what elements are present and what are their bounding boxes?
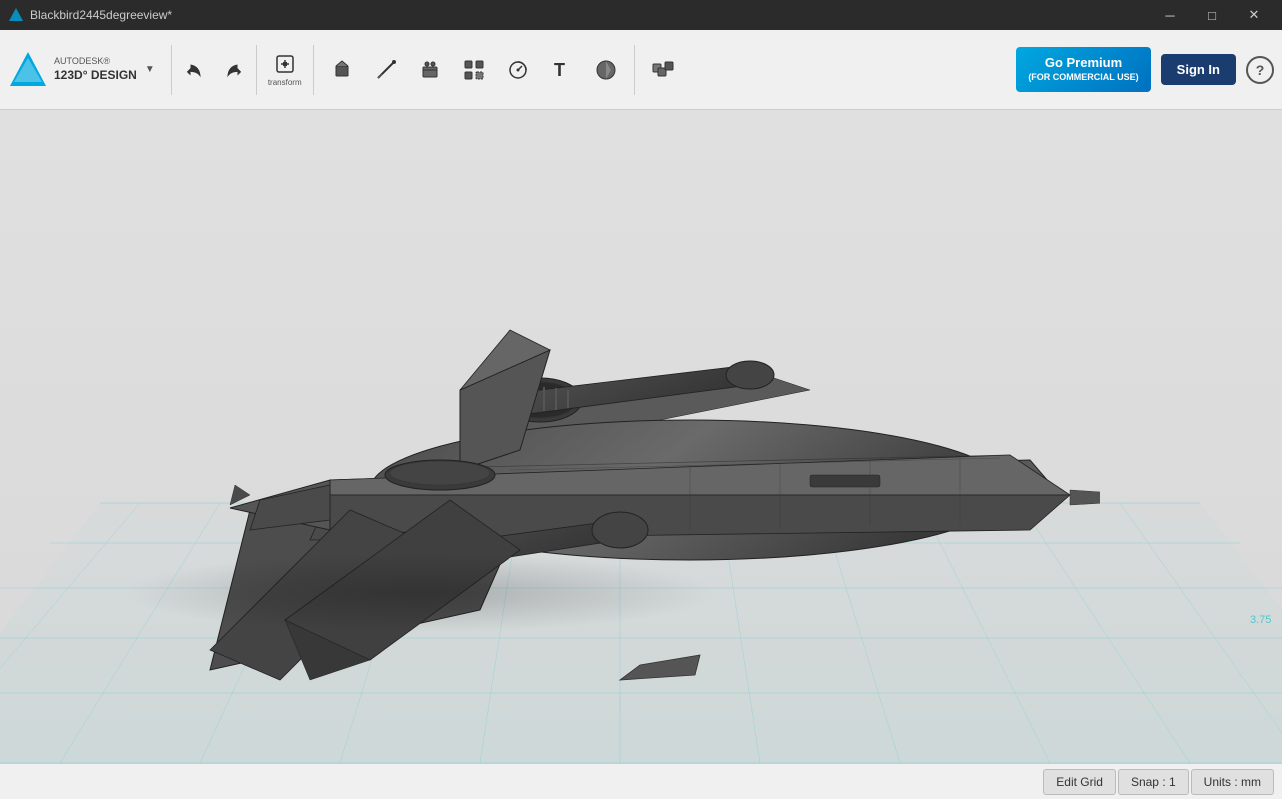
text-button[interactable]: T [542,44,582,96]
sketch-button[interactable] [366,44,406,96]
modify-button[interactable] [410,44,450,96]
snap-button[interactable]: Snap : 1 [1118,769,1189,795]
undo-button[interactable] [180,54,212,86]
primitives-button[interactable] [322,44,362,96]
titlebar: Blackbird2445degreeview* ─ □ ✕ [0,0,1282,30]
pattern-button[interactable] [454,44,494,96]
close-button[interactable]: ✕ [1234,0,1274,30]
signin-button[interactable]: Sign In [1161,54,1236,85]
separator-4 [634,45,635,95]
svg-text:T: T [554,60,565,80]
logo-dropdown[interactable]: ▼ [145,64,155,75]
viewport[interactable]: 6.25 3.75 3.75 [0,110,1282,763]
premium-button[interactable]: Go Premium (FOR COMMERCIAL USE) [1016,47,1150,92]
titlebar-title: Blackbird2445degreeview* [30,8,172,22]
titlebar-controls: ─ □ ✕ [1150,0,1274,30]
edit-grid-button[interactable]: Edit Grid [1043,769,1116,795]
construct-button[interactable] [643,44,683,96]
redo-button[interactable] [216,54,248,86]
statusbar: Edit Grid Snap : 1 Units : mm [0,763,1282,799]
logo-text: AUTODESK® 123D° DESIGN [54,56,137,83]
measure-button[interactable] [498,44,538,96]
separator-2 [256,45,257,95]
transform-button[interactable]: transform [265,44,305,96]
svg-text:3.75: 3.75 [1250,614,1271,626]
separator-3 [313,45,314,95]
material-button[interactable] [586,44,626,96]
minimize-button[interactable]: ─ [1150,0,1190,30]
app-icon [8,7,24,23]
logo-area: AUTODESK® 123D° DESIGN ▼ [8,50,155,90]
maximize-button[interactable]: □ [1192,0,1232,30]
units-button[interactable]: Units : mm [1191,769,1274,795]
aircraft-model [130,190,1100,720]
autodesk-logo [8,50,48,90]
separator-1 [171,45,172,95]
help-button[interactable]: ? [1246,56,1274,84]
titlebar-left: Blackbird2445degreeview* [8,7,172,23]
toolbar: AUTODESK® 123D° DESIGN ▼ transform [0,30,1282,110]
